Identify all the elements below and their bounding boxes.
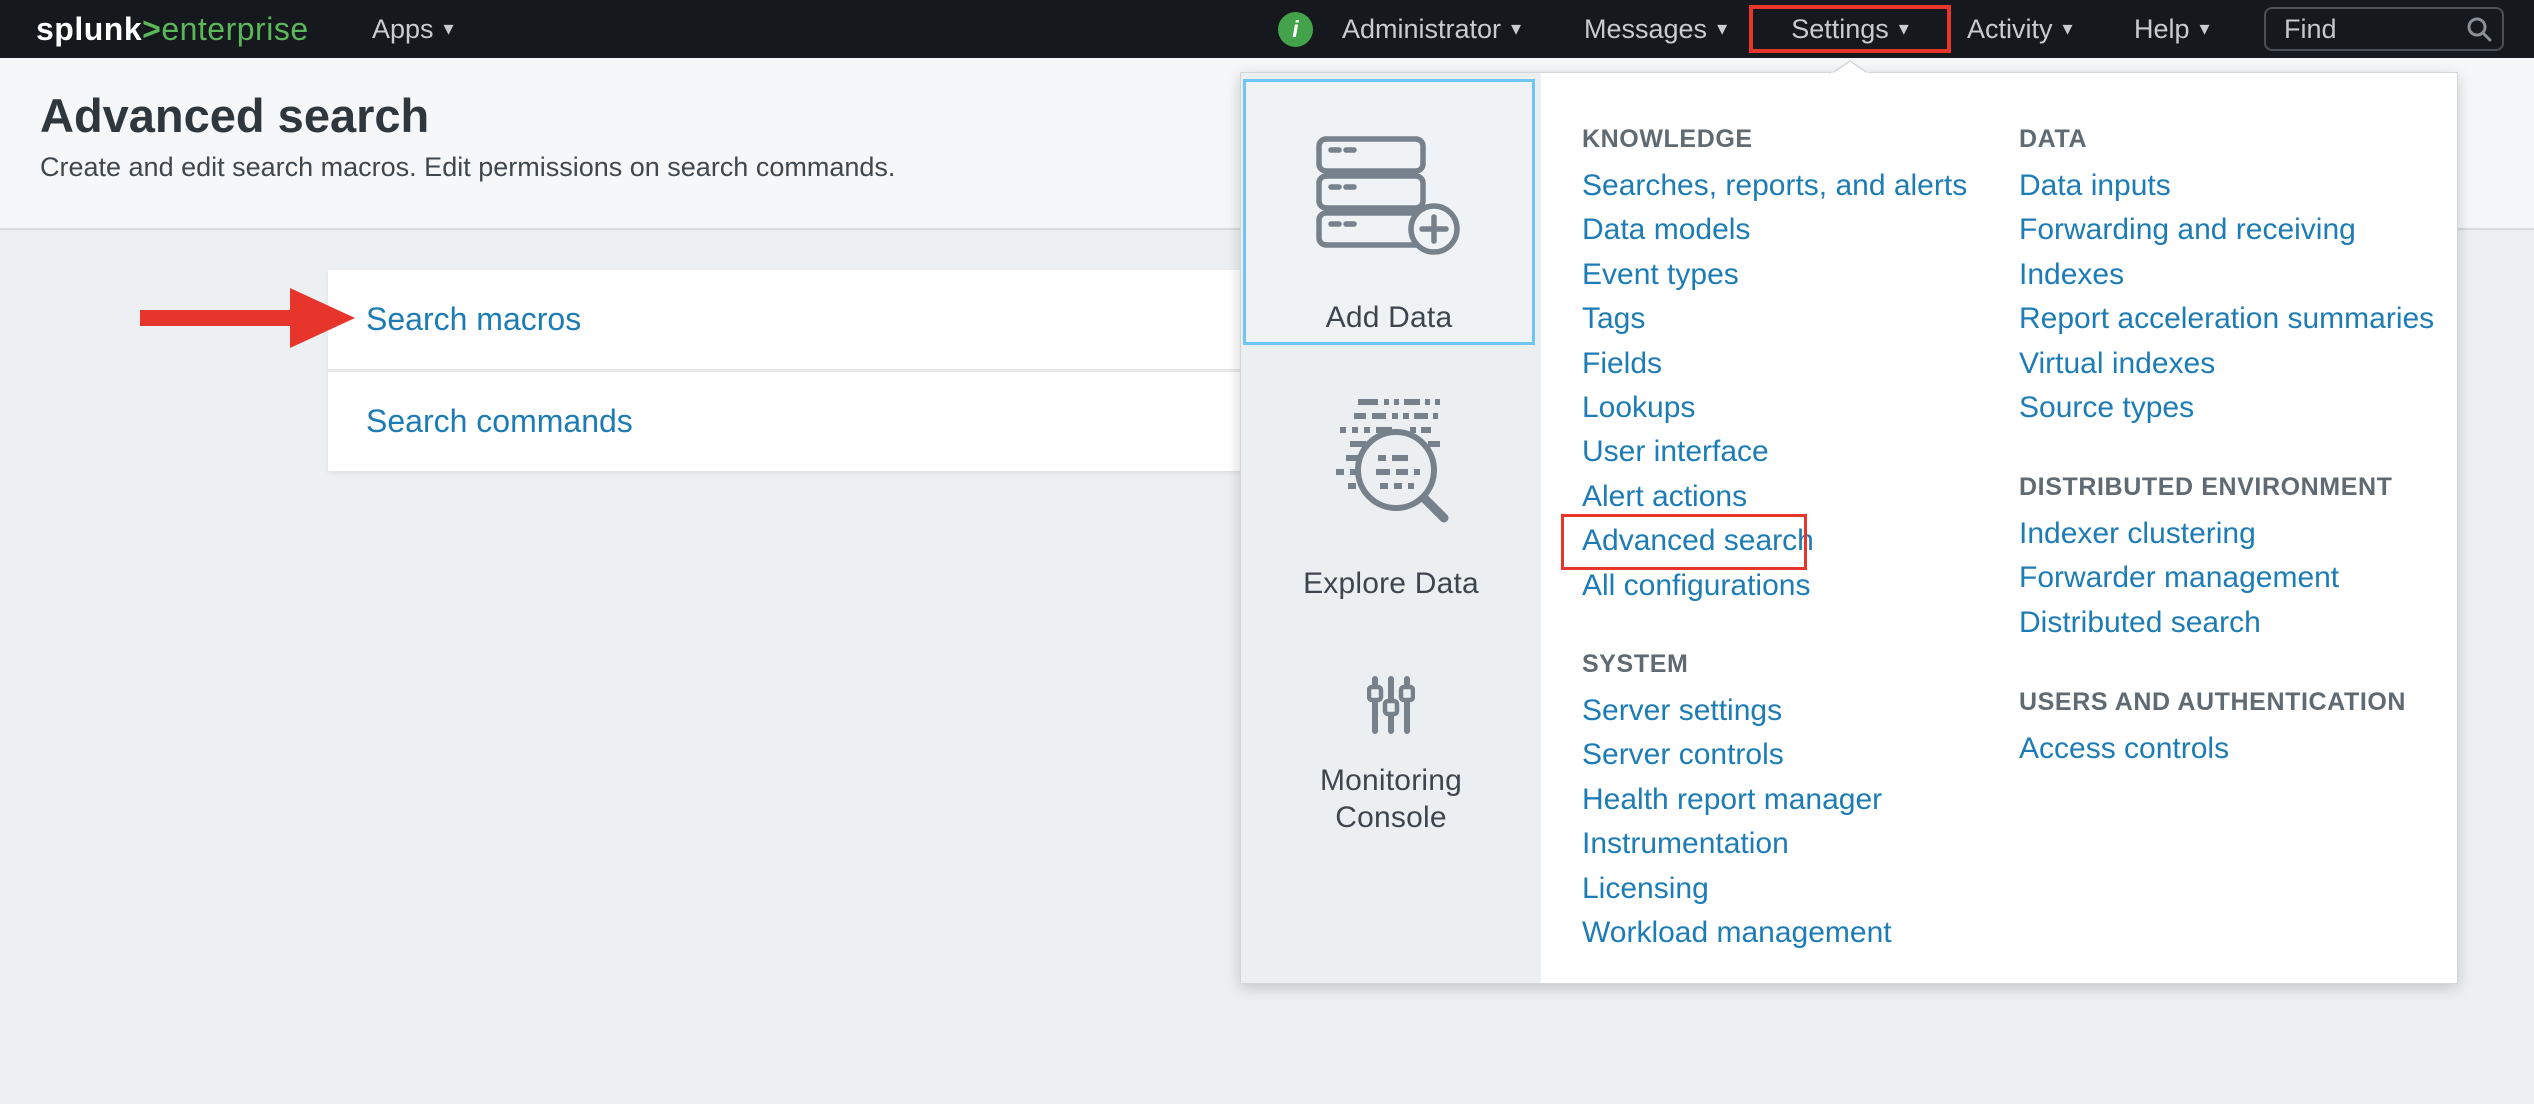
menu-link-forwarding-receiving[interactable]: Forwarding and receiving xyxy=(2019,208,2459,252)
menu-link-access-controls[interactable]: Access controls xyxy=(2019,727,2459,771)
menu-link-health-report-manager[interactable]: Health report manager xyxy=(1582,778,2012,822)
topbar: splunk>enterprise Apps i Administrator M… xyxy=(0,0,2534,58)
page-title: Advanced search xyxy=(40,88,429,143)
tile-label: Explore Data xyxy=(1303,567,1479,601)
menu-link-fields[interactable]: Fields xyxy=(1582,342,2012,386)
section-title: DATA xyxy=(2019,124,2459,154)
section-title: KNOWLEDGE xyxy=(1582,124,2012,154)
menu-link-alert-actions[interactable]: Alert actions xyxy=(1582,475,2012,519)
menu-link-virtual-indexes[interactable]: Virtual indexes xyxy=(2019,342,2459,386)
section-title: USERS AND AUTHENTICATION xyxy=(2019,687,2459,717)
menu-link-licensing[interactable]: Licensing xyxy=(1582,867,2012,911)
explore-data-icon xyxy=(1332,396,1450,524)
menu-link-searches-reports-alerts[interactable]: Searches, reports, and alerts xyxy=(1582,164,2012,208)
menu-link-data-inputs[interactable]: Data inputs xyxy=(2019,164,2459,208)
monitoring-console-icon xyxy=(1367,676,1415,734)
tile-label: Monitoring Console xyxy=(1281,762,1501,836)
menu-link-indexer-clustering[interactable]: Indexer clustering xyxy=(2019,512,2459,556)
red-highlight-advanced-search xyxy=(1561,514,1807,570)
menu-link-forwarder-management[interactable]: Forwarder management xyxy=(2019,556,2459,600)
search-icon[interactable] xyxy=(2466,16,2492,42)
menu-link-distributed-search[interactable]: Distributed search xyxy=(2019,601,2459,645)
dropdown-pointer-notch xyxy=(1830,60,1870,74)
menu-link-report-acceleration-summaries[interactable]: Report acceleration summaries xyxy=(2019,297,2459,341)
splunk-enterprise-logo[interactable]: splunk>enterprise xyxy=(36,0,309,58)
settings-menu-column-2: DATA Data inputs Forwarding and receivin… xyxy=(2019,73,2459,983)
red-highlight-settings: Settings xyxy=(1749,5,1951,53)
logo-chevron: > xyxy=(142,11,161,47)
section-title: SYSTEM xyxy=(1582,649,2012,679)
logo-splunk-text: splunk xyxy=(36,11,142,47)
menu-link-workload-management[interactable]: Workload management xyxy=(1582,911,2012,955)
menu-link-event-types[interactable]: Event types xyxy=(1582,253,2012,297)
tile-label: Add Data xyxy=(1326,301,1453,335)
tile-monitoring-console[interactable]: Monitoring Console xyxy=(1241,653,1541,836)
topbar-administrator-menu[interactable]: Administrator xyxy=(1342,0,1521,58)
menu-link-server-controls[interactable]: Server controls xyxy=(1582,733,2012,777)
topbar-settings-menu[interactable]: Settings xyxy=(1753,9,1947,49)
topbar-help-menu[interactable]: Help xyxy=(2134,0,2210,58)
splunk-advanced-search-screen: Advanced search Create and edit search m… xyxy=(0,0,2534,1104)
menu-link-data-models[interactable]: Data models xyxy=(1582,208,2012,252)
settings-tile-column: Add Data Explore Data xyxy=(1241,73,1541,983)
menu-link-server-settings[interactable]: Server settings xyxy=(1582,689,2012,733)
tile-explore-data[interactable]: Explore Data xyxy=(1241,373,1541,601)
page-subtitle: Create and edit search macros. Edit perm… xyxy=(40,152,895,183)
red-annotation-arrow xyxy=(140,288,356,348)
menu-link-lookups[interactable]: Lookups xyxy=(1582,386,2012,430)
section-system: SYSTEM Server settings Server controls H… xyxy=(1582,649,2012,955)
topbar-messages-menu[interactable]: Messages xyxy=(1584,0,1727,58)
menu-link-user-interface[interactable]: User interface xyxy=(1582,430,2012,474)
menu-link-indexes[interactable]: Indexes xyxy=(2019,253,2459,297)
settings-dropdown-panel: Add Data Explore Data xyxy=(1240,72,2458,984)
topbar-activity-menu[interactable]: Activity xyxy=(1967,0,2073,58)
logo-enterprise-text: enterprise xyxy=(161,11,308,47)
section-title: DISTRIBUTED ENVIRONMENT xyxy=(2019,472,2459,502)
section-users-authentication: USERS AND AUTHENTICATION Access controls xyxy=(2019,687,2459,771)
info-badge-icon[interactable]: i xyxy=(1278,12,1313,47)
database-add-icon xyxy=(1315,135,1463,255)
menu-link-source-types[interactable]: Source types xyxy=(2019,386,2459,430)
menu-link-all-configurations[interactable]: All configurations xyxy=(1582,564,2012,608)
tile-add-data[interactable]: Add Data xyxy=(1243,79,1535,345)
find-search-box xyxy=(2264,7,2504,51)
topbar-apps-menu[interactable]: Apps xyxy=(372,0,454,58)
menu-link-instrumentation[interactable]: Instrumentation xyxy=(1582,822,2012,866)
section-data: DATA Data inputs Forwarding and receivin… xyxy=(2019,124,2459,430)
menu-link-tags[interactable]: Tags xyxy=(1582,297,2012,341)
section-distributed-environment: DISTRIBUTED ENVIRONMENT Indexer clusteri… xyxy=(2019,472,2459,645)
